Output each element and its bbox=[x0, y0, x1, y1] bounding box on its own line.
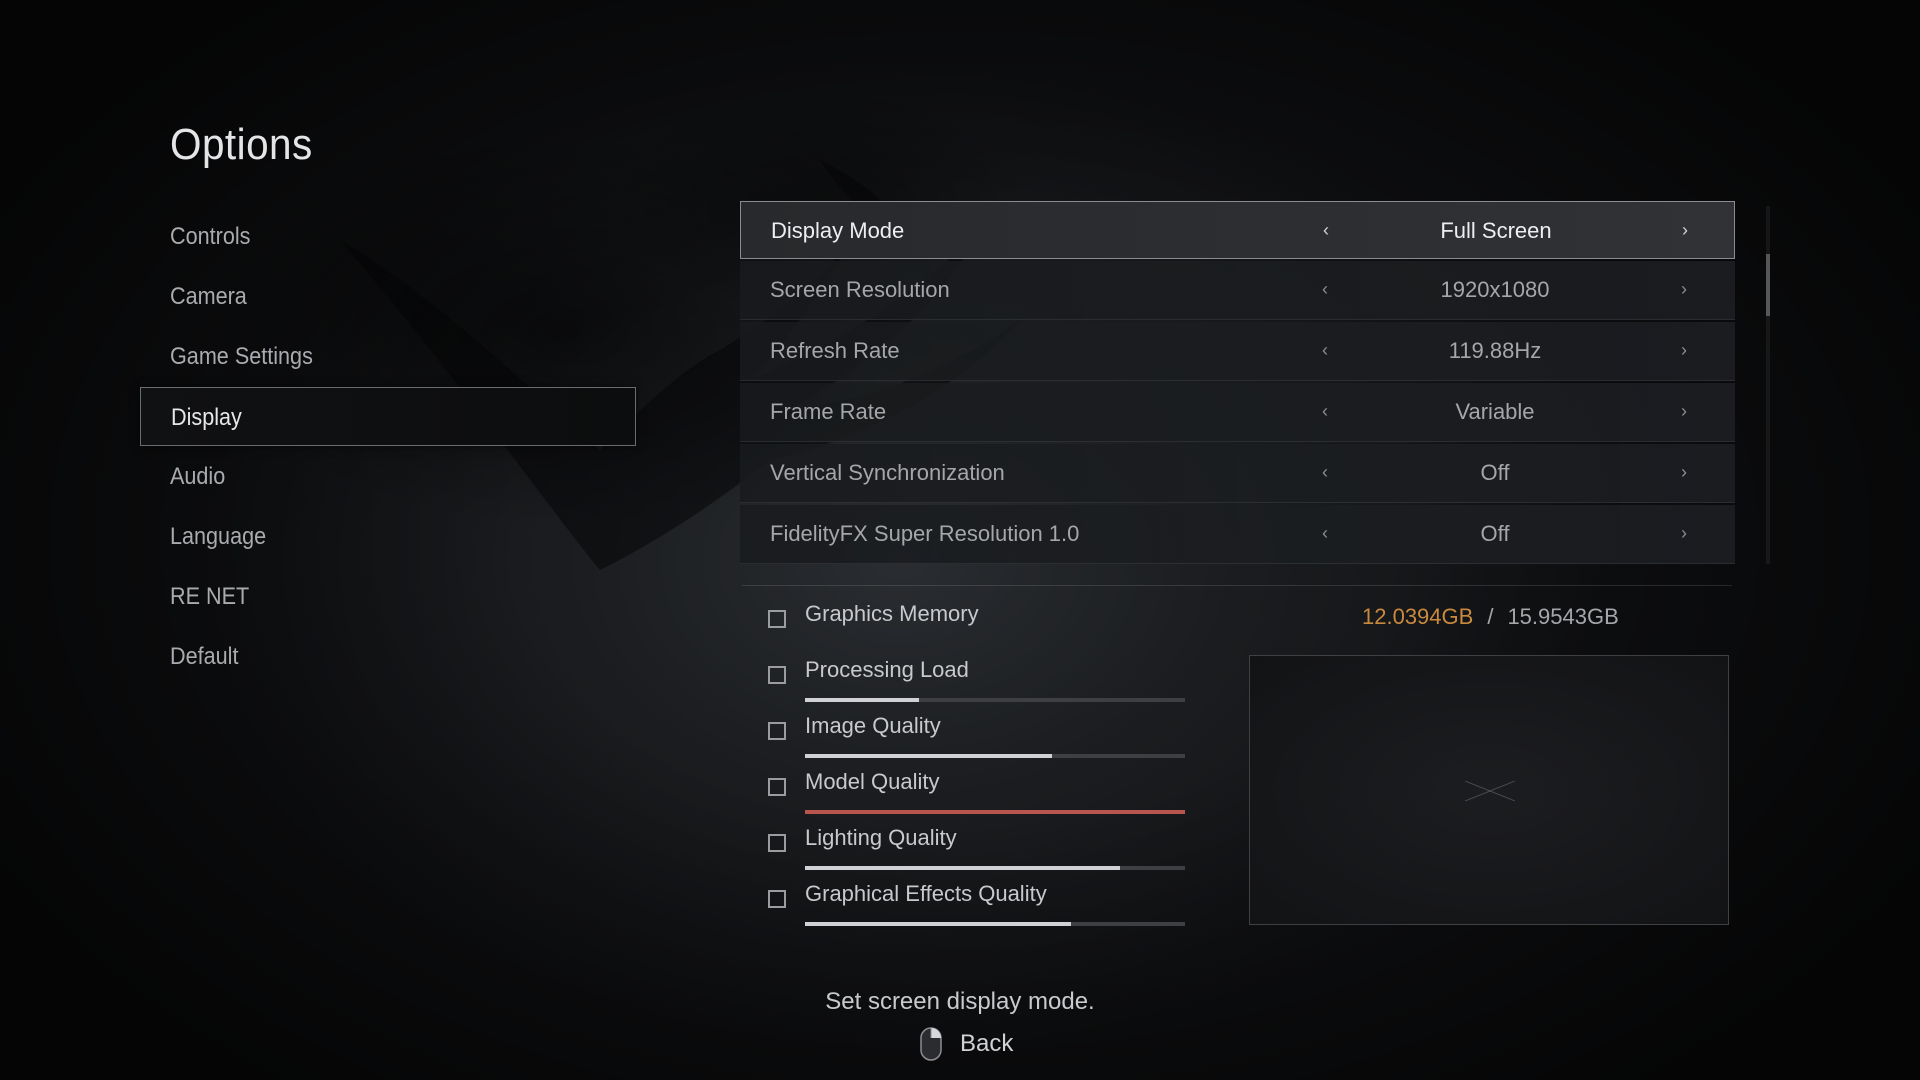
perf-label: Graphics Memory bbox=[805, 601, 979, 626]
section-divider bbox=[742, 585, 1732, 586]
sparkle-icon bbox=[1465, 781, 1515, 801]
setting-row-frame-rate[interactable]: Frame Rate ‹ Variable › bbox=[740, 383, 1735, 442]
model-quality-checkbox[interactable] bbox=[768, 778, 786, 796]
graphics-memory-readout: 12.0394GB / 15.9543GB bbox=[1362, 604, 1619, 630]
chevron-right-icon[interactable]: › bbox=[1681, 444, 1687, 500]
setting-value: Variable bbox=[1455, 399, 1535, 424]
chevron-right-icon[interactable]: › bbox=[1681, 383, 1687, 439]
nav-item-label: Display bbox=[171, 404, 242, 431]
perf-label: Lighting Quality bbox=[805, 825, 957, 850]
chevron-left-icon[interactable]: ‹ bbox=[1322, 322, 1328, 378]
setting-label: Refresh Rate bbox=[770, 338, 900, 363]
setting-row-display-mode[interactable]: Display Mode ‹ Full Screen › bbox=[740, 201, 1735, 259]
memory-used: 12.0394GB bbox=[1362, 604, 1474, 629]
nav-item-label: Camera bbox=[170, 283, 247, 310]
nav-item-label: RE NET bbox=[170, 583, 250, 610]
processing-load-checkbox[interactable] bbox=[768, 666, 786, 684]
chevron-right-icon[interactable]: › bbox=[1681, 261, 1687, 317]
chevron-right-icon[interactable]: › bbox=[1681, 322, 1687, 378]
lighting-quality-checkbox[interactable] bbox=[768, 834, 786, 852]
nav-item-re-net[interactable]: RE NET bbox=[140, 567, 636, 626]
perf-bar bbox=[805, 698, 1185, 702]
chevron-right-icon[interactable]: › bbox=[1681, 505, 1687, 561]
perf-bar bbox=[805, 810, 1185, 814]
back-button[interactable]: Back bbox=[920, 1024, 1013, 1064]
perf-label: Image Quality bbox=[805, 713, 941, 738]
nav-item-camera[interactable]: Camera bbox=[140, 267, 636, 326]
chevron-left-icon[interactable]: ‹ bbox=[1323, 202, 1329, 258]
perf-label: Model Quality bbox=[805, 769, 940, 794]
setting-label: Display Mode bbox=[771, 218, 905, 243]
perf-bar-fill bbox=[805, 866, 1121, 870]
chevron-left-icon[interactable]: ‹ bbox=[1322, 383, 1328, 439]
options-nav: Controls Camera Game Settings Display Au… bbox=[140, 207, 636, 687]
setting-row-screen-resolution[interactable]: Screen Resolution ‹ 1920x1080 › bbox=[740, 261, 1735, 320]
nav-item-controls[interactable]: Controls bbox=[140, 207, 636, 266]
chevron-left-icon[interactable]: ‹ bbox=[1322, 505, 1328, 561]
chevron-right-icon[interactable]: › bbox=[1682, 202, 1688, 258]
setting-value: Full Screen bbox=[1440, 218, 1552, 243]
help-text: Set screen display mode. bbox=[825, 988, 1095, 1015]
nav-item-label: Language bbox=[170, 523, 267, 550]
nav-item-label: Audio bbox=[170, 463, 226, 490]
mouse-right-click-icon bbox=[920, 1027, 942, 1061]
nav-item-default[interactable]: Default bbox=[140, 627, 636, 686]
nav-item-language[interactable]: Language bbox=[140, 507, 636, 566]
chevron-left-icon[interactable]: ‹ bbox=[1322, 261, 1328, 317]
setting-value: 119.88Hz bbox=[1448, 338, 1542, 363]
setting-label: FidelityFX Super Resolution 1.0 bbox=[770, 521, 1080, 546]
setting-value: Off bbox=[1480, 460, 1510, 485]
nav-item-label: Controls bbox=[170, 223, 251, 250]
setting-value: 1920x1080 bbox=[1440, 277, 1550, 302]
perf-bar bbox=[805, 754, 1185, 758]
nav-item-audio[interactable]: Audio bbox=[140, 447, 636, 506]
preview-window bbox=[1249, 655, 1729, 925]
image-quality-checkbox[interactable] bbox=[768, 722, 786, 740]
settings-scrollbar-thumb[interactable] bbox=[1766, 254, 1770, 316]
setting-row-fidelityfx[interactable]: FidelityFX Super Resolution 1.0 ‹ Off › bbox=[740, 505, 1735, 564]
setting-label: Vertical Synchronization bbox=[770, 460, 1005, 485]
perf-bar-fill bbox=[805, 698, 919, 702]
nav-item-game-settings[interactable]: Game Settings bbox=[140, 327, 636, 386]
perf-bar-fill bbox=[805, 810, 1185, 814]
perf-label: Processing Load bbox=[805, 657, 969, 682]
display-settings-list: Display Mode ‹ Full Screen › Screen Reso… bbox=[740, 201, 1735, 566]
setting-row-vertical-synchronization[interactable]: Vertical Synchronization ‹ Off › bbox=[740, 444, 1735, 503]
back-label: Back bbox=[960, 1030, 1014, 1057]
page-title: Options bbox=[170, 120, 313, 169]
setting-label: Frame Rate bbox=[770, 399, 887, 424]
setting-row-refresh-rate[interactable]: Refresh Rate ‹ 119.88Hz › bbox=[740, 322, 1735, 381]
perf-bar bbox=[805, 866, 1185, 870]
nav-item-label: Default bbox=[170, 643, 239, 670]
memory-separator: / bbox=[1487, 604, 1494, 629]
perf-bar bbox=[805, 922, 1185, 926]
chevron-left-icon[interactable]: ‹ bbox=[1322, 444, 1328, 500]
perf-label: Graphical Effects Quality bbox=[805, 881, 1047, 906]
perf-bar-fill bbox=[805, 754, 1052, 758]
nav-item-label: Game Settings bbox=[170, 343, 313, 370]
memory-total: 15.9543GB bbox=[1507, 604, 1619, 629]
setting-label: Screen Resolution bbox=[770, 277, 950, 302]
setting-value: Off bbox=[1480, 521, 1510, 546]
nav-item-display[interactable]: Display bbox=[140, 387, 636, 446]
graphical-effects-quality-checkbox[interactable] bbox=[768, 890, 786, 908]
graphics-memory-checkbox[interactable] bbox=[768, 610, 786, 628]
perf-bar-fill bbox=[805, 922, 1071, 926]
